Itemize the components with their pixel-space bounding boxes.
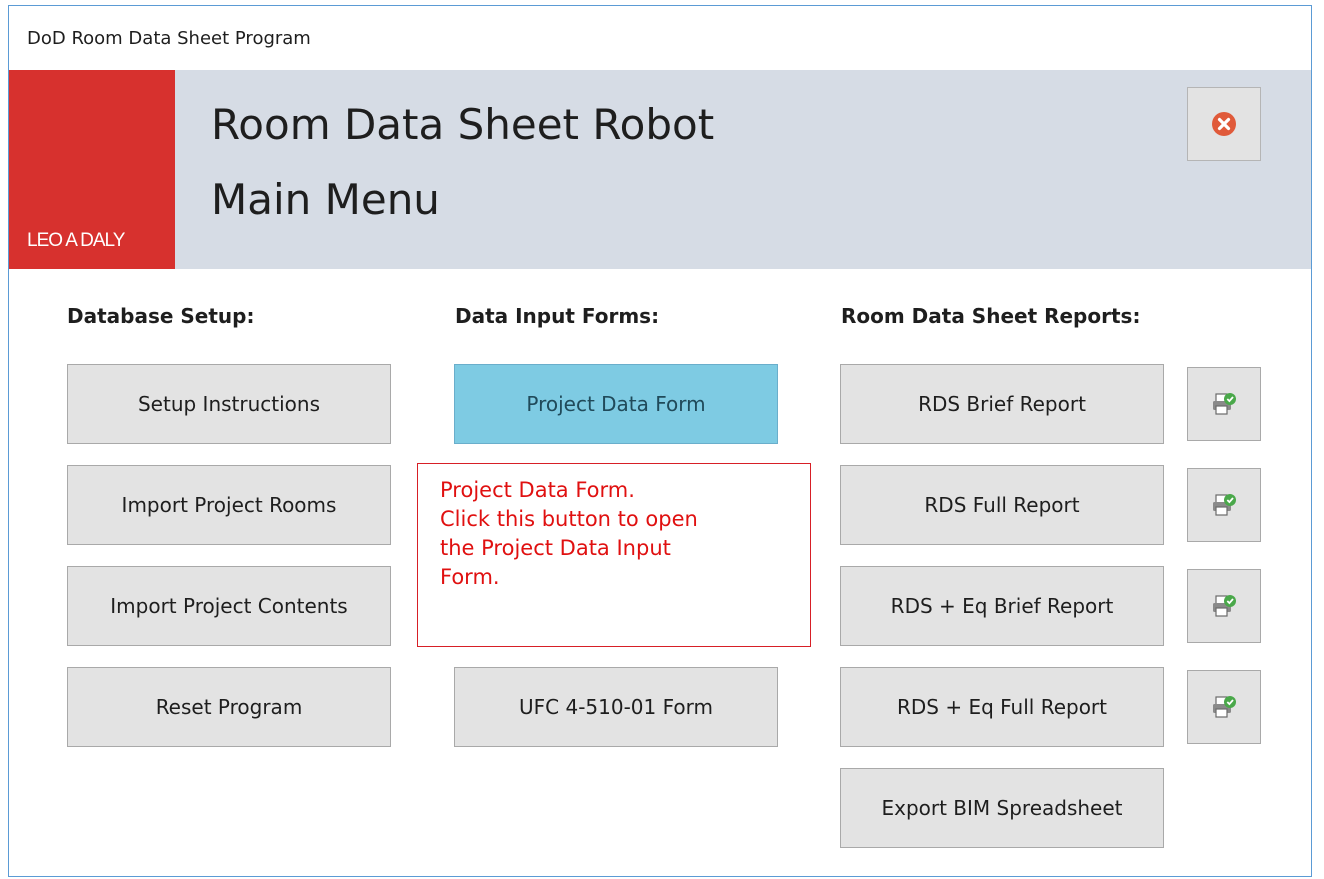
print-rds-brief-button[interactable] (1187, 367, 1261, 441)
ufc-form-button[interactable]: UFC 4-510-01 Form (454, 667, 778, 747)
data-input-forms-heading: Data Input Forms: (455, 304, 660, 328)
logo: LEO A DALY (9, 70, 175, 269)
print-preview-icon (1213, 393, 1236, 415)
header-banner: LEO A DALY Room Data Sheet Robot Main Me… (9, 70, 1311, 269)
page-title: Room Data Sheet Robot (211, 100, 715, 149)
main-menu-window: DoD Room Data Sheet Program LEO A DALY R… (8, 5, 1312, 877)
print-rds-full-button[interactable] (1187, 468, 1261, 542)
tooltip: Project Data Form. Click this button to … (417, 463, 811, 647)
rds-eq-full-report-button[interactable]: RDS + Eq Full Report (840, 667, 1164, 747)
reset-program-button[interactable]: Reset Program (67, 667, 391, 747)
logo-text: LEO A DALY (27, 230, 125, 251)
page-subtitle: Main Menu (211, 175, 440, 224)
print-rds-eq-brief-button[interactable] (1187, 569, 1261, 643)
room-data-sheet-reports-heading: Room Data Sheet Reports: (841, 304, 1141, 328)
close-button[interactable] (1187, 87, 1261, 161)
print-rds-eq-full-button[interactable] (1187, 670, 1261, 744)
rds-brief-report-button[interactable]: RDS Brief Report (840, 364, 1164, 444)
title-bar: DoD Room Data Sheet Program (9, 6, 1311, 70)
print-preview-icon (1213, 696, 1236, 718)
tooltip-line: Click this button to open (440, 507, 698, 531)
tooltip-line: Project Data Form. (440, 478, 635, 502)
tooltip-line: the Project Data Input (440, 536, 671, 560)
project-data-form-button[interactable]: Project Data Form (454, 364, 778, 444)
print-preview-icon (1213, 595, 1236, 617)
rds-eq-brief-report-button[interactable]: RDS + Eq Brief Report (840, 566, 1164, 646)
export-bim-spreadsheet-button[interactable]: Export BIM Spreadsheet (840, 768, 1164, 848)
rds-full-report-button[interactable]: RDS Full Report (840, 465, 1164, 545)
import-project-contents-button[interactable]: Import Project Contents (67, 566, 391, 646)
setup-instructions-button[interactable]: Setup Instructions (67, 364, 391, 444)
import-project-rooms-button[interactable]: Import Project Rooms (67, 465, 391, 545)
tooltip-line: Form. (440, 565, 500, 589)
close-circle-icon (1212, 112, 1236, 136)
database-setup-heading: Database Setup: (67, 304, 255, 328)
window-title: DoD Room Data Sheet Program (27, 28, 311, 49)
print-preview-icon (1213, 494, 1236, 516)
